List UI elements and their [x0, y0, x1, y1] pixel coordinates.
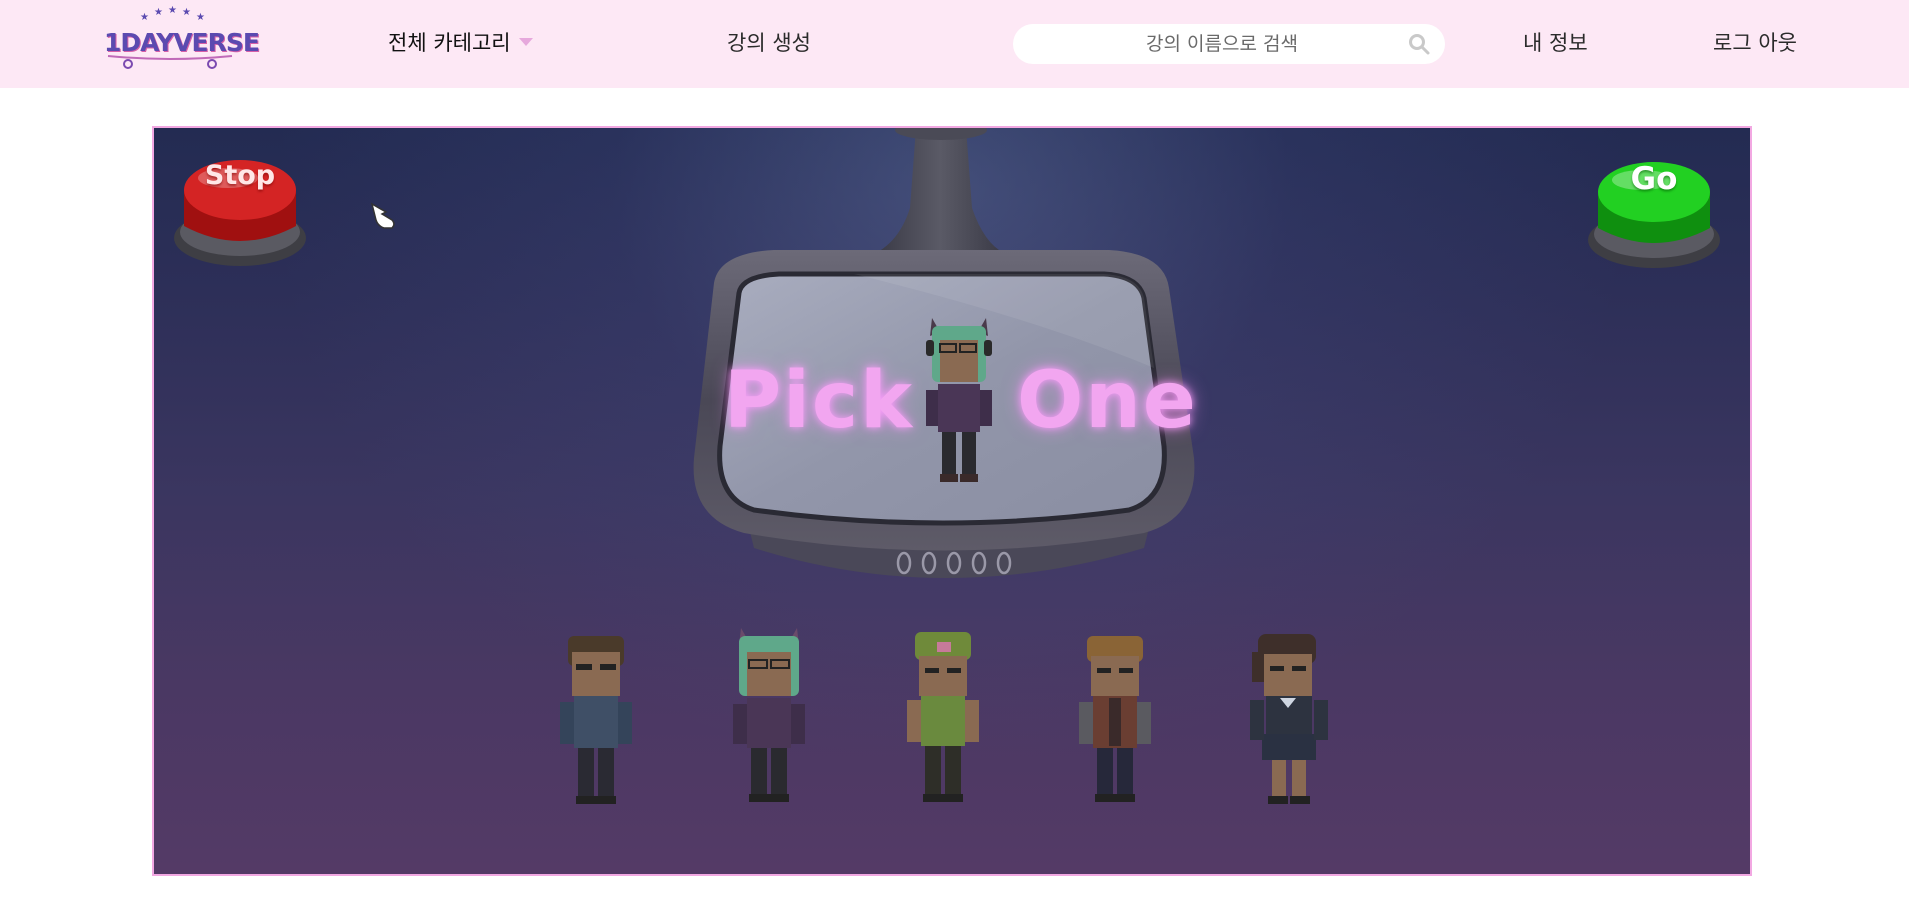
title-pick: Pick [724, 356, 915, 446]
search-bar [1013, 24, 1445, 64]
nav-logout[interactable]: 로그 아웃 [1713, 27, 1797, 57]
nav-create-lecture[interactable]: 강의 생성 [727, 27, 811, 57]
nav-all-categories[interactable]: 전체 카테고리 [388, 27, 533, 57]
mirror-mount [876, 128, 1004, 253]
stop-button[interactable]: Stop [172, 156, 308, 272]
search-icon[interactable] [1407, 32, 1431, 56]
nav-category-label: 전체 카테고리 [388, 31, 511, 55]
svg-text:★: ★ [140, 12, 149, 23]
logo-text: 1DAYVERSE [104, 28, 260, 57]
nav-my-info[interactable]: 내 정보 [1523, 27, 1588, 57]
search-input[interactable] [1013, 24, 1393, 64]
svg-text:★: ★ [154, 7, 163, 18]
game-canvas[interactable]: Pick One Stop Go [152, 126, 1752, 876]
go-button-label: Go [1630, 161, 1678, 197]
chevron-down-icon [518, 38, 533, 46]
stop-button-label: Stop [204, 160, 276, 191]
title-one: One [1017, 356, 1198, 446]
character-4[interactable] [1065, 630, 1165, 820]
svg-text:★: ★ [182, 7, 191, 18]
top-nav-bar: ★ ★ ★ ★ ★ 1DAYVERSE 전체 카테고리 강의 생성 내 정보 로… [0, 0, 1909, 88]
svg-text:★: ★ [168, 6, 177, 16]
svg-text:★: ★ [196, 12, 205, 23]
character-2[interactable] [719, 624, 819, 820]
character-1[interactable] [546, 630, 646, 820]
site-logo[interactable]: ★ ★ ★ ★ ★ 1DAYVERSE [100, 6, 260, 72]
hand-cursor-icon [370, 202, 395, 229]
character-5[interactable] [1234, 628, 1344, 822]
go-button[interactable]: Go [1586, 160, 1722, 276]
selected-character [926, 318, 992, 482]
character-3[interactable] [893, 628, 993, 820]
